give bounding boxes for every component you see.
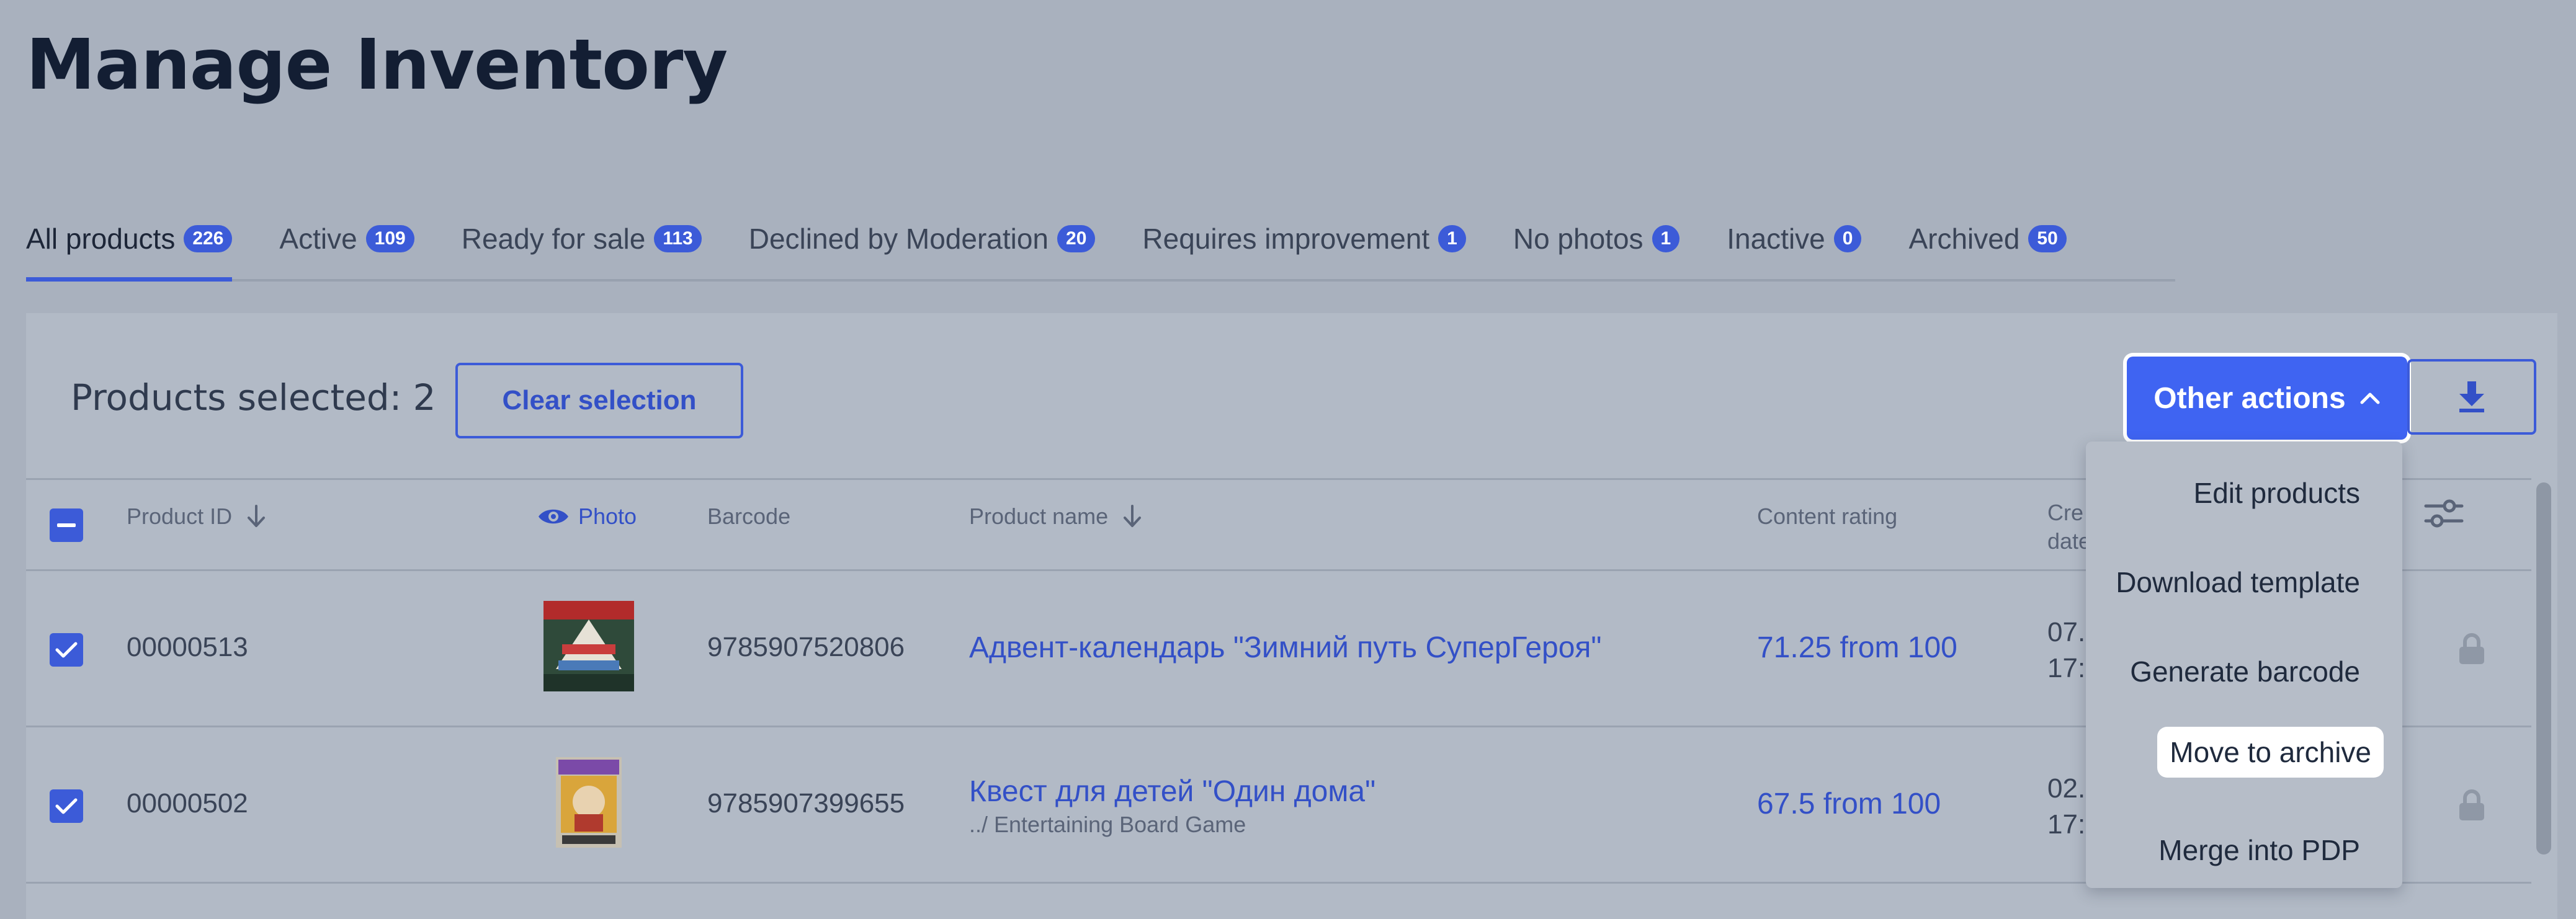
column-created-date[interactable]: Cre date [2047, 499, 2091, 556]
column-settings-icon[interactable] [2423, 496, 2464, 531]
tab-declined-by-moderation[interactable]: Declined by Moderation 20 [749, 216, 1096, 262]
tab-count-badge: 50 [2028, 225, 2067, 252]
menu-item-download-template[interactable]: Download template [2103, 557, 2373, 608]
download-button[interactable] [2407, 359, 2536, 435]
column-product-name[interactable]: Product name [969, 504, 1143, 530]
column-label: Barcode [707, 504, 791, 529]
column-photo[interactable]: Photo [537, 504, 637, 530]
tab-label: Ready for sale [461, 223, 646, 255]
tab-label: Declined by Moderation [748, 223, 1049, 255]
tab-requires-improvement[interactable]: Requires improvement 1 [1142, 216, 1466, 262]
tab-label: No photos [1513, 223, 1644, 255]
other-actions-menu: Edit products Download template Generate… [2086, 442, 2402, 888]
tab-no-photos[interactable]: No photos 1 [1513, 216, 1680, 262]
products-selected-count: Products selected: 2 [71, 376, 436, 419]
sort-arrow-down-icon [248, 505, 266, 527]
barcode: 9785907520806 [707, 632, 905, 662]
tab-count-badge: 20 [1057, 225, 1096, 252]
other-actions-button[interactable]: Other actions [2127, 357, 2407, 440]
tab-label: All products [26, 223, 176, 255]
other-actions-label: Other actions [2153, 381, 2346, 415]
column-label: Product ID [127, 504, 233, 529]
checkmark-icon [55, 798, 78, 814]
tab-count-badge: 109 [365, 225, 414, 252]
tab-label: Requires improvement [1142, 223, 1430, 255]
select-all-checkbox[interactable] [50, 508, 83, 542]
clear-selection-button[interactable]: Clear selection [455, 363, 743, 438]
product-name-link[interactable]: Адвент-календарь "Зимний путь СуперГероя… [969, 631, 1601, 665]
sort-arrow-down-icon [1124, 505, 1142, 527]
product-id: 00000513 [127, 632, 248, 662]
content-rating-link[interactable]: 67.5 from 100 [1757, 787, 1941, 821]
row-checkbox[interactable] [50, 789, 83, 823]
tab-ready-for-sale[interactable]: Ready for sale 113 [462, 216, 702, 262]
column-label-line1: Cre [2047, 500, 2084, 525]
checkmark-icon [55, 642, 78, 658]
menu-item-move-to-archive[interactable]: Move to archive [2157, 727, 2384, 778]
tab-count-badge: 113 [654, 225, 702, 252]
menu-item-edit-products[interactable]: Edit products [2181, 468, 2373, 518]
eye-icon [539, 509, 568, 524]
product-name-link[interactable]: Квест для детей "Один дома" [969, 775, 1375, 809]
barcode: 9785907399655 [707, 788, 905, 819]
column-label-line2: date [2047, 528, 2091, 554]
product-photo[interactable] [550, 757, 628, 848]
download-icon [2459, 381, 2484, 412]
tab-inactive[interactable]: Inactive 0 [1727, 216, 1862, 262]
content-rating-link[interactable]: 71.25 from 100 [1757, 631, 1957, 665]
column-content-rating: Content rating [1757, 504, 1897, 530]
tab-archived[interactable]: Archived 50 [1908, 216, 2067, 262]
column-label: Product name [969, 504, 1109, 529]
table-scrollbar[interactable] [2536, 482, 2551, 855]
column-product-id[interactable]: Product ID [127, 504, 267, 530]
row-checkbox[interactable] [50, 633, 83, 667]
tab-count-badge: 1 [1438, 225, 1466, 252]
page-title: Manage Inventory [26, 25, 728, 105]
tab-count-badge: 1 [1652, 225, 1680, 252]
minus-icon [57, 523, 76, 527]
lock-icon [2459, 633, 2484, 664]
status-tabs: All products 226 Active 109 Ready for sa… [26, 216, 2175, 282]
tab-label: Active [279, 223, 357, 255]
tab-label: Inactive [1727, 223, 1825, 255]
chevron-up-icon [2360, 393, 2380, 404]
column-label: Content rating [1757, 504, 1898, 529]
tab-count-badge: 0 [1833, 225, 1862, 252]
column-label: Photo [578, 504, 637, 529]
product-photo[interactable] [543, 601, 634, 691]
lock-icon [2459, 789, 2484, 820]
product-category: ../ Entertaining Board Game [969, 812, 1246, 837]
column-barcode: Barcode [707, 504, 790, 530]
menu-item-merge-into-pdp[interactable]: Merge into PDP [2146, 825, 2373, 876]
menu-item-generate-barcode[interactable]: Generate barcode [2118, 646, 2373, 697]
product-id: 00000502 [127, 788, 248, 819]
tab-label: Archived [1908, 223, 2020, 255]
tab-all-products[interactable]: All products 226 [26, 216, 233, 282]
tab-active[interactable]: Active 109 [279, 216, 414, 262]
tab-count-badge: 226 [184, 225, 233, 252]
